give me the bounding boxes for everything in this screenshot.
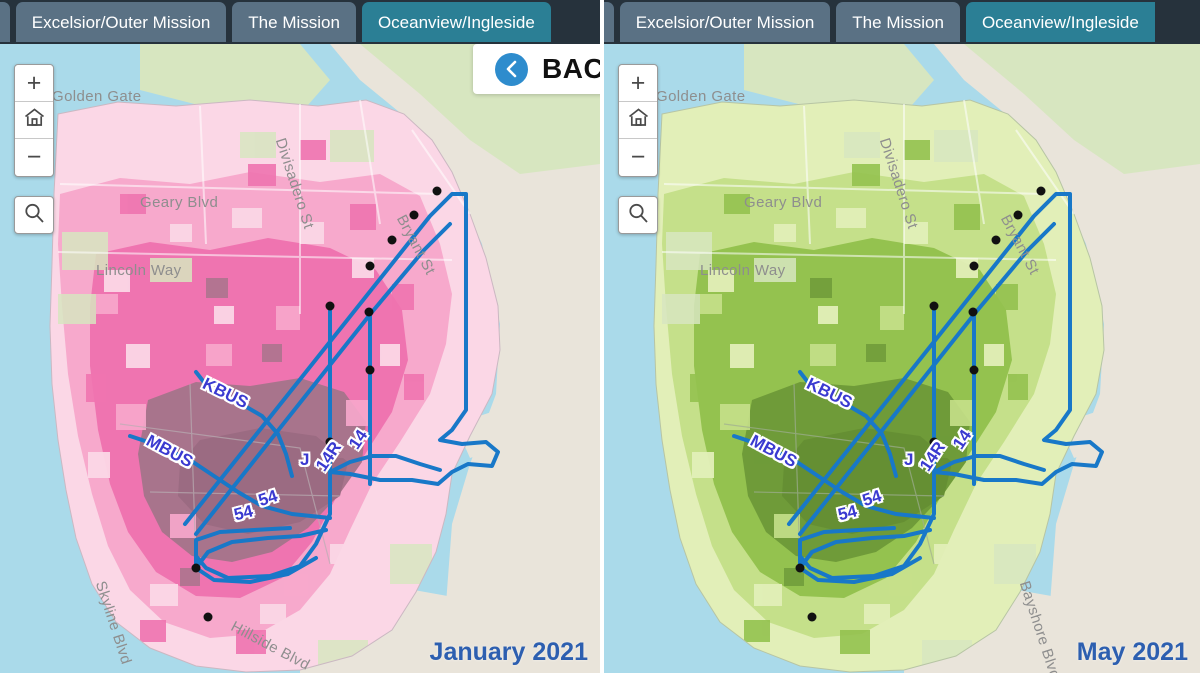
home-icon: [24, 108, 45, 132]
zoom-out-button[interactable]: −: [15, 139, 53, 176]
minus-icon: −: [630, 143, 646, 171]
dual-map-comparison: wn Excelsior/Outer Mission The Mission O…: [0, 0, 1200, 673]
tab-neighborhood-0[interactable]: wn: [0, 2, 10, 42]
map-zoom-controls-left: + −: [14, 64, 54, 177]
home-button[interactable]: [15, 102, 53, 139]
map-zoom-controls-right: + −: [618, 64, 658, 177]
zoom-out-button-right[interactable]: −: [619, 139, 657, 176]
chevron-left-circle-icon: [495, 52, 528, 86]
tab-neighborhood-1-r[interactable]: Excelsior/Outer Mission: [619, 2, 831, 42]
map-canvas-right[interactable]: Golden Gate Geary Blvd Lincoln Way Divis…: [604, 44, 1200, 673]
map-graphic-left: [0, 44, 600, 673]
tab-neighborhood-2-r[interactable]: The Mission: [836, 2, 960, 42]
search-icon: [23, 202, 45, 229]
map-search-button-left[interactable]: [14, 196, 54, 234]
zoom-in-button[interactable]: +: [15, 65, 53, 102]
map-panel-left: wn Excelsior/Outer Mission The Mission O…: [0, 0, 600, 673]
map-panel-right: wn Excelsior/Outer Mission The Mission O…: [600, 0, 1200, 673]
tab-neighborhood-2[interactable]: The Mission: [232, 2, 356, 42]
map-graphic-right: [604, 44, 1200, 673]
home-icon: [628, 108, 649, 132]
home-button-right[interactable]: [619, 102, 657, 139]
tab-neighborhood-0-r[interactable]: wn: [604, 2, 614, 42]
date-stamp-left: January 2021: [429, 638, 588, 666]
map-canvas-left[interactable]: Golden Gate Geary Blvd Lincoln Way Divis…: [0, 44, 600, 673]
back-button-left[interactable]: BAC: [473, 44, 600, 94]
tab-neighborhood-3-r[interactable]: Oceanview/Ingleside: [965, 2, 1155, 42]
tab-neighborhood-1[interactable]: Excelsior/Outer Mission: [15, 2, 227, 42]
plus-icon: +: [630, 68, 646, 97]
zoom-in-button-right[interactable]: +: [619, 65, 657, 102]
tab-neighborhood-3[interactable]: Oceanview/Ingleside: [361, 2, 551, 42]
neighborhood-tab-bar-right: wn Excelsior/Outer Mission The Mission O…: [604, 0, 1200, 44]
plus-icon: +: [26, 68, 42, 97]
minus-icon: −: [26, 143, 42, 171]
search-icon: [627, 202, 649, 229]
map-search-button-right[interactable]: [618, 196, 658, 234]
back-button-label: BAC: [542, 53, 600, 84]
date-stamp-right: May 2021: [1076, 638, 1188, 666]
neighborhood-tab-bar-left: wn Excelsior/Outer Mission The Mission O…: [0, 0, 600, 44]
